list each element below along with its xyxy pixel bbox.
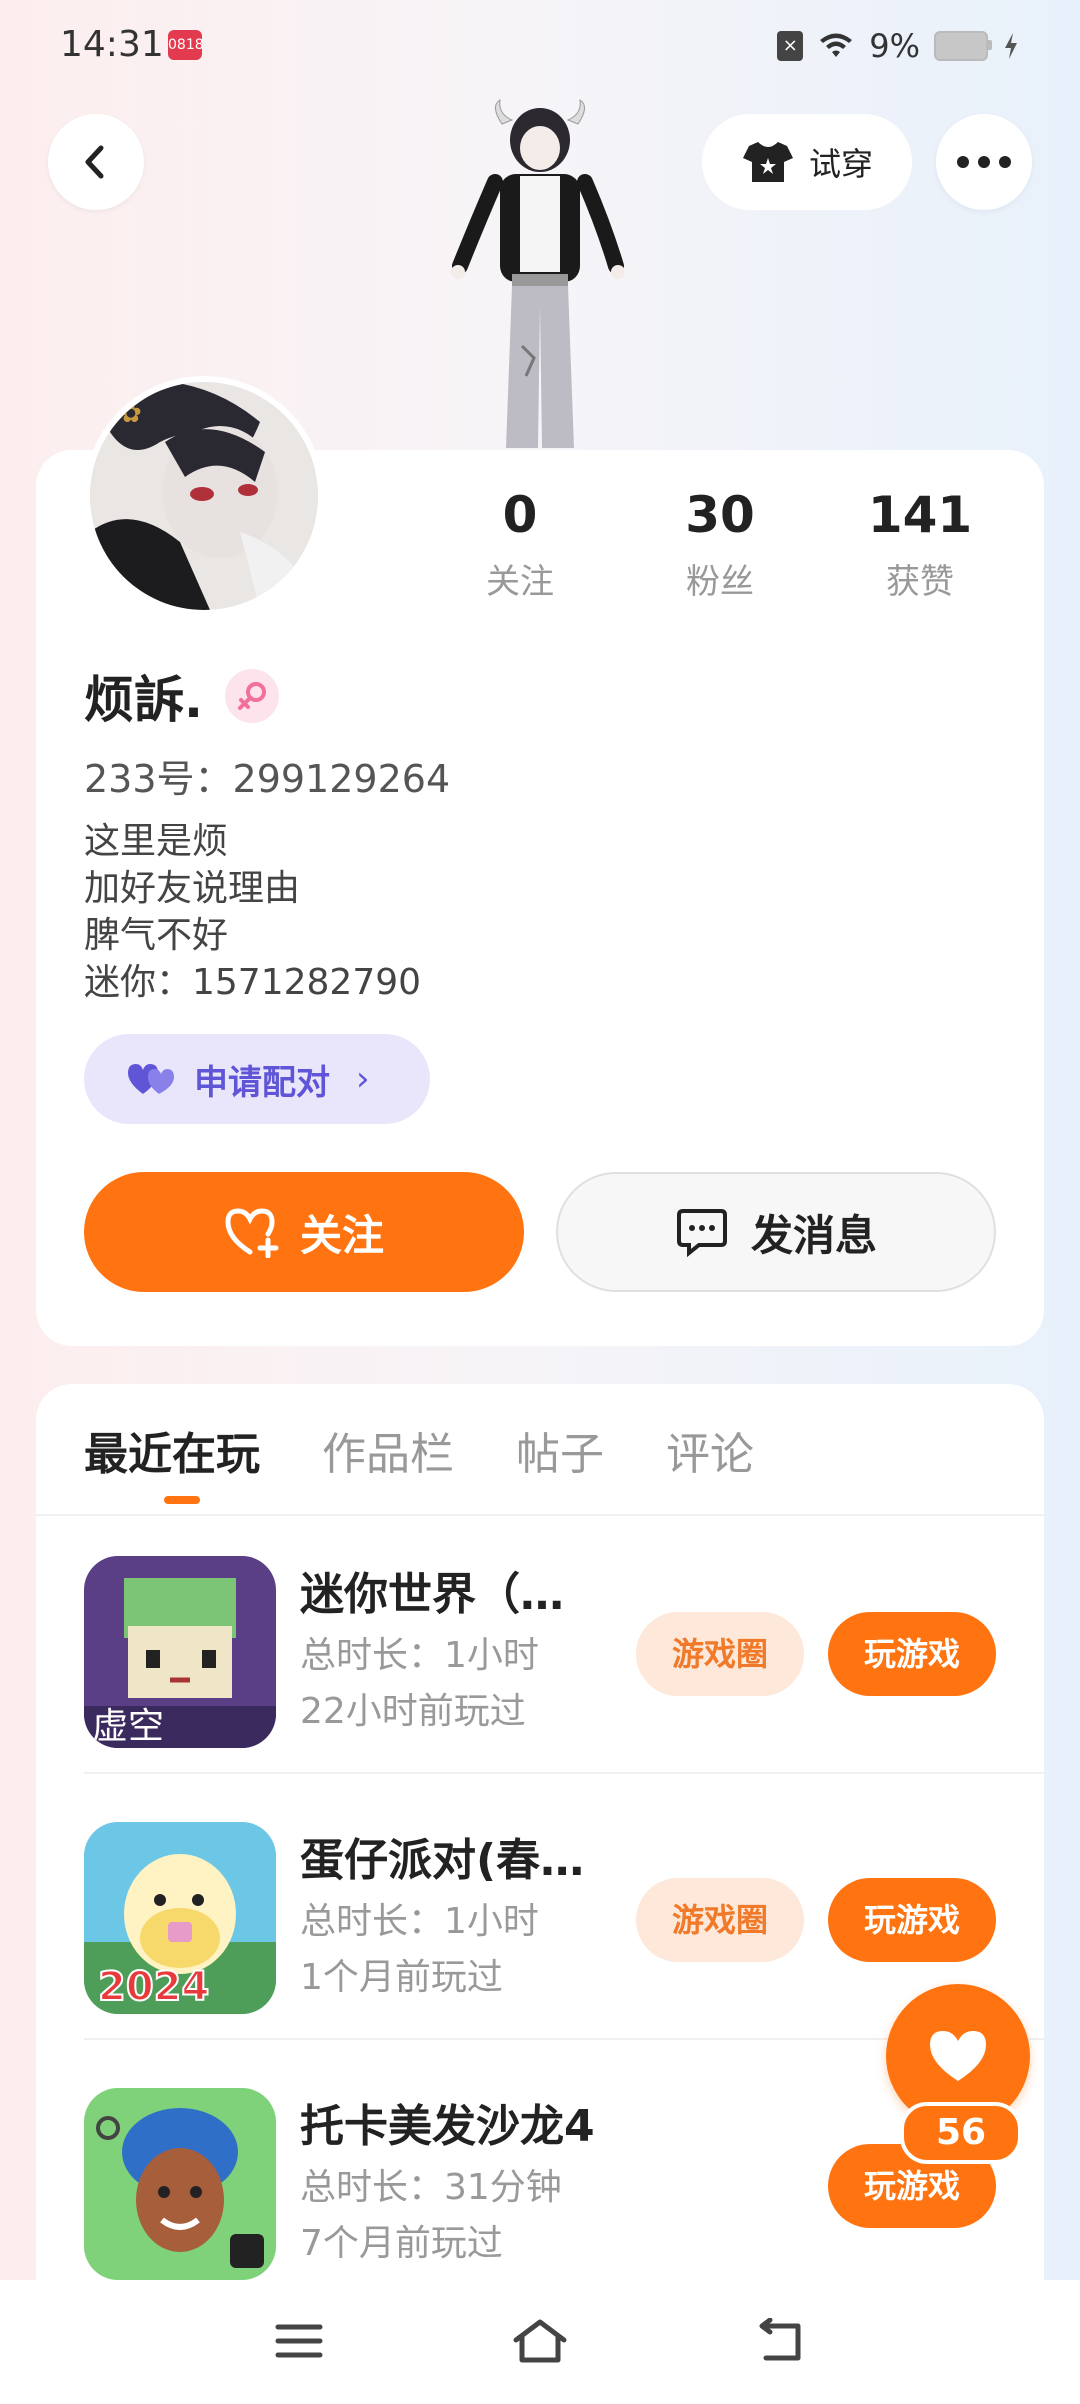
battery-icon [934, 31, 992, 61]
wifi-icon [820, 33, 853, 57]
game-last-played: 1个月前玩过 [300, 1957, 503, 1998]
user-id: 233号：299129264 [84, 757, 451, 801]
more-button[interactable] [936, 114, 1032, 210]
game-icon-eggy-party: 2024 [84, 1822, 276, 2014]
charging-icon [1005, 33, 1017, 59]
try-on-button[interactable]: 试穿 [702, 114, 912, 210]
stat-following-value: 0 [502, 486, 538, 544]
game-list-item[interactable]: 虚空 迷你世界（… 总时长：1小时 22小时前玩过 游戏圈 玩游戏 [84, 1532, 1044, 1774]
hearts-icon [128, 1064, 174, 1094]
game-icon-mini-world: 虚空 [84, 1556, 276, 1748]
back-button[interactable] [48, 114, 144, 210]
game-icon-toca-hair-salon [84, 2088, 276, 2280]
list-divider [84, 1772, 1044, 1774]
send-message-button[interactable]: 发消息 [556, 1172, 996, 1292]
game-duration: 总时长：1小时 [300, 1635, 539, 1676]
tabs-divider [36, 1514, 1044, 1516]
stat-fans-value: 30 [685, 486, 755, 544]
tshirt-icon [742, 142, 793, 182]
battery-percent: 9% [869, 27, 920, 65]
notification-app-icon: 0818 [168, 30, 204, 60]
game-last-played: 22小时前玩过 [300, 1691, 526, 1732]
stat-likes-label: 获赞 [886, 562, 954, 602]
name-row: 烦訴. [84, 660, 279, 732]
chevron-right-icon: › [356, 1059, 370, 1099]
chat-bubble-icon [676, 1209, 727, 1257]
status-time: 14:31 [60, 24, 164, 65]
profile-avatar[interactable]: ✿ [84, 376, 324, 616]
user-bio: 这里是烦 加好友说理由 脾气不好 迷你：1571282790 [84, 818, 421, 1006]
heart-icon [930, 2031, 986, 2081]
stat-following[interactable]: 0 关注 [420, 486, 620, 603]
content-card: 最近在玩 作品栏 帖子 评论 虚空 迷你世界（… 总时长：1小时 22小时前玩过… [36, 1384, 1044, 2404]
home-icon[interactable] [505, 2306, 575, 2376]
menu-icon[interactable] [264, 2306, 334, 2376]
no-sim-icon: × [777, 31, 804, 61]
avatar-image: ✿ [90, 382, 318, 610]
status-bar: 14:31 0818 × 9% [0, 0, 1080, 96]
stat-fans[interactable]: 30 粉丝 [620, 486, 820, 603]
game-list-item[interactable]: 2024 蛋仔派对(春… 总时长：1小时 1个月前玩过 游戏圈 玩游戏 [84, 1798, 1044, 2040]
like-count-badge: 56 [900, 2102, 1022, 2164]
game-title: 托卡美发沙龙4 [300, 2101, 595, 2152]
back-arrow-icon [85, 145, 104, 179]
bio-line: 加好友说理由 [84, 868, 301, 909]
tab-works[interactable]: 作品栏 [322, 1418, 454, 1482]
bio-line: 这里是烦 [84, 821, 229, 862]
system-navigation-bar [0, 2280, 1080, 2404]
stat-following-label: 关注 [486, 562, 554, 602]
svg-text:虚空: 虚空 [92, 1706, 164, 1747]
follow-button[interactable]: 关注 [84, 1172, 524, 1292]
stat-likes[interactable]: 141 获赞 [820, 486, 1020, 603]
heart-add-icon [225, 1208, 279, 1258]
apply-pairing-label: 申请配对 [194, 1062, 330, 1103]
svg-text:✿: ✿ [120, 399, 142, 429]
back-nav-icon[interactable] [746, 2306, 816, 2376]
avatar-figure [451, 99, 625, 448]
profile-stats: 0 关注 30 粉丝 141 获赞 [420, 486, 1020, 603]
game-duration: 总时长：31分钟 [300, 2167, 562, 2208]
tab-posts[interactable]: 帖子 [516, 1418, 604, 1482]
more-dots-icon [957, 156, 1011, 168]
tab-bar: 最近在玩 作品栏 帖子 评论 [84, 1418, 754, 1504]
user-name: 烦訴. [84, 671, 203, 729]
bio-line: 脾气不好 [84, 915, 229, 956]
apply-pairing-button[interactable]: 申请配对 › [84, 1034, 430, 1124]
game-last-played: 7个月前玩过 [300, 2223, 503, 2264]
tab-recently-played[interactable]: 最近在玩 [84, 1418, 260, 1504]
game-duration: 总时长：1小时 [300, 1901, 539, 1942]
bio-line: 迷你：1571282790 [84, 962, 422, 1003]
try-on-label: 试穿 [808, 145, 873, 183]
follow-label: 关注 [299, 1210, 384, 1260]
send-message-label: 发消息 [750, 1210, 877, 1260]
play-game-button[interactable]: 玩游戏 [828, 1612, 996, 1696]
female-gender-icon [225, 669, 279, 723]
stat-likes-value: 141 [867, 486, 973, 544]
game-title: 蛋仔派对(春… [300, 1835, 585, 1886]
profile-page: 14:31 0818 × 9% 试穿 ✿ 0 关注 30 粉丝 141 获赞 烦… [0, 0, 1080, 2404]
game-circle-button[interactable]: 游戏圈 [636, 1878, 804, 1962]
stat-fans-label: 粉丝 [686, 562, 754, 602]
svg-text:2024: 2024 [98, 1964, 209, 2010]
game-circle-button[interactable]: 游戏圈 [636, 1612, 804, 1696]
tab-comments[interactable]: 评论 [666, 1418, 754, 1482]
game-title: 迷你世界（… [300, 1569, 564, 1620]
play-game-button[interactable]: 玩游戏 [828, 1878, 996, 1962]
